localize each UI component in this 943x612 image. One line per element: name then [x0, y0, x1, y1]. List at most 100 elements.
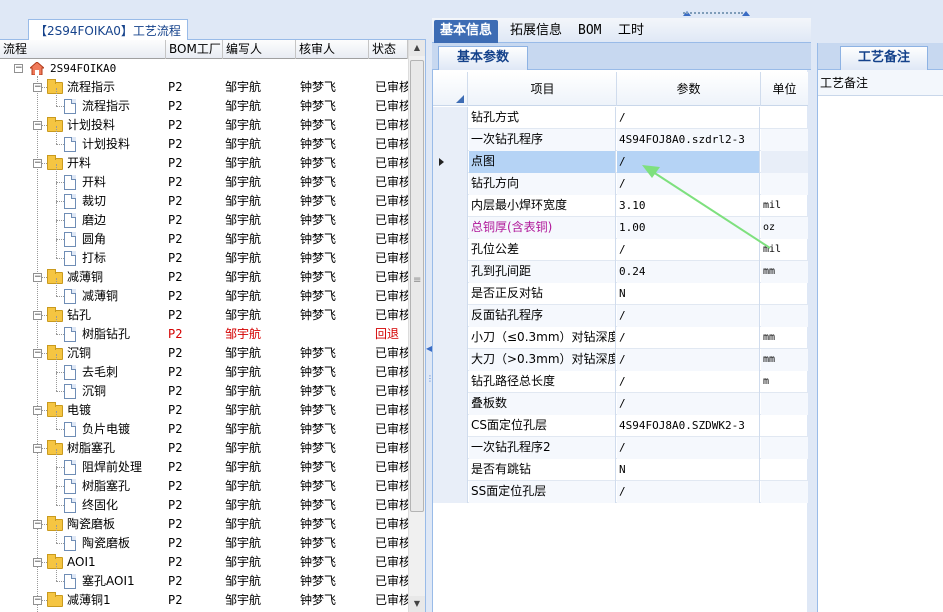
- param-value-cell[interactable]: /: [617, 305, 760, 327]
- row-selector[interactable]: [433, 217, 468, 239]
- tree-step-row[interactable]: 磨边 P2 邹宇航 钟梦飞 已审核: [0, 202, 408, 230]
- param-row[interactable]: 钻孔方向 /: [433, 173, 808, 195]
- collapse-node-icon[interactable]: −: [33, 349, 42, 358]
- tree-folder-row[interactable]: − 陶瓷磨板 P2 邹宇航 钟梦飞 已审核: [0, 515, 408, 534]
- tab-basic-info[interactable]: 基本信息: [434, 20, 499, 43]
- param-value-cell[interactable]: N: [617, 459, 760, 481]
- param-value-cell[interactable]: /: [617, 481, 760, 503]
- tree-root-row[interactable]: − 2S94FOIKA0: [0, 59, 408, 78]
- tree-folder-row[interactable]: − 钻孔 P2 邹宇航 钟梦飞 已审核: [0, 306, 408, 325]
- tree-folder-row[interactable]: − 减薄铜1 P2 邹宇航 钟梦飞 已审核: [0, 591, 408, 610]
- param-value-cell[interactable]: /: [617, 437, 760, 459]
- tree-step-row[interactable]: 开料 P2 邹宇航 钟梦飞 已审核: [0, 164, 408, 192]
- col-header-item[interactable]: 项目: [469, 72, 617, 106]
- tree-folder-row[interactable]: − 开料 P2 邹宇航 钟梦飞 已审核: [0, 154, 408, 173]
- splitter-grip-icon[interactable]: [683, 12, 743, 16]
- param-value-cell[interactable]: /: [617, 107, 760, 129]
- param-row[interactable]: 叠板数 /: [433, 393, 808, 415]
- row-selector[interactable]: [433, 327, 468, 349]
- row-selector[interactable]: [433, 371, 468, 393]
- param-row[interactable]: 孔位公差 / mil: [433, 239, 808, 261]
- param-row[interactable]: 反面钻孔程序 /: [433, 305, 808, 327]
- tab-process-remarks[interactable]: 工艺备注: [840, 46, 928, 70]
- row-selector[interactable]: [433, 415, 468, 437]
- row-selector[interactable]: [433, 349, 468, 371]
- row-selector[interactable]: [433, 173, 468, 195]
- tree-folder-row[interactable]: − 计划投料 P2 邹宇航 钟梦飞 已审核: [0, 116, 408, 135]
- tab-hours[interactable]: 工时: [612, 20, 650, 43]
- tree-step-row[interactable]: 负片电镀 P2 邹宇航 钟梦飞 已审核: [0, 411, 408, 439]
- param-row[interactable]: 孔到孔间距 0.24 mm: [433, 261, 808, 283]
- param-value-cell[interactable]: /: [617, 349, 760, 371]
- param-row[interactable]: 钻孔路径总长度 / m: [433, 371, 808, 393]
- tree-step-row[interactable]: 树脂塞孔 P2 邹宇航 钟梦飞 已审核: [0, 468, 408, 496]
- row-selector[interactable]: [433, 437, 468, 459]
- tree-folder-row[interactable]: − 沉铜 P2 邹宇航 钟梦飞 已审核: [0, 344, 408, 363]
- tree-step-row[interactable]: 裁切 P2 邹宇航 钟梦飞 已审核: [0, 183, 408, 211]
- collapse-node-icon[interactable]: −: [33, 406, 42, 415]
- collapse-node-icon[interactable]: −: [33, 121, 42, 130]
- row-selector[interactable]: [433, 393, 468, 415]
- param-value-cell[interactable]: 0.24: [617, 261, 760, 283]
- param-row[interactable]: 内层最小焊环宽度 3.10 mil: [433, 195, 808, 217]
- param-value-cell[interactable]: 3.10: [617, 195, 760, 217]
- param-value-cell[interactable]: /: [617, 327, 760, 349]
- tab-basic-params[interactable]: 基本参数: [438, 46, 528, 70]
- col-header-checker[interactable]: 核审人: [296, 40, 369, 59]
- param-row[interactable]: 点图 /: [433, 151, 808, 173]
- tree-folder-row[interactable]: − AOI1 P2 邹宇航 钟梦飞 已审核: [0, 553, 408, 572]
- row-selector[interactable]: [433, 239, 468, 261]
- row-selector[interactable]: [433, 129, 468, 151]
- collapse-node-icon[interactable]: −: [33, 83, 42, 92]
- tree-folder-row[interactable]: − 流程指示 P2 邹宇航 钟梦飞 已审核: [0, 78, 408, 97]
- row-selector[interactable]: [433, 283, 468, 305]
- collapse-node-icon[interactable]: −: [33, 520, 42, 529]
- process-flow-tab[interactable]: 【2S94FOIKA0】工艺流程: [28, 19, 188, 40]
- param-row[interactable]: 是否有跳钻 N: [433, 459, 808, 481]
- col-header-flow[interactable]: 流程: [0, 40, 166, 59]
- tab-bom[interactable]: BOM: [572, 20, 607, 43]
- param-row[interactable]: 是否正反对钻 N: [433, 283, 808, 305]
- param-row[interactable]: 一次钻孔程序 4S94FOJ8A0.szdrl2-3: [433, 129, 808, 151]
- param-row[interactable]: 小刀（≤0.3mm）对钻深度 / mm: [433, 327, 808, 349]
- tree-step-row[interactable]: 流程指示 P2 邹宇航 钟梦飞 已审核: [0, 88, 408, 116]
- tree-step-row[interactable]: 阻焊前处理 P2 邹宇航 钟梦飞 已审核: [0, 449, 408, 477]
- param-value-cell[interactable]: 1.00: [617, 217, 760, 239]
- param-row[interactable]: 一次钻孔程序2/: [433, 437, 808, 459]
- row-selector[interactable]: [433, 305, 468, 327]
- param-value-cell[interactable]: /: [617, 393, 760, 415]
- scroll-thumb[interactable]: [410, 60, 424, 512]
- tree-step-row[interactable]: 去毛刺 P2 邹宇航 钟梦飞 已审核: [0, 354, 408, 382]
- tree-step-row[interactable]: 计划投料 P2 邹宇航 钟梦飞 已审核: [0, 126, 408, 154]
- col-header-value[interactable]: 参数: [617, 72, 761, 106]
- collapse-node-icon[interactable]: −: [33, 273, 42, 282]
- tree-step-row[interactable]: 陶瓷磨板 P2 邹宇航 钟梦飞 已审核: [0, 525, 408, 553]
- tree-folder-row[interactable]: − 树脂塞孔 P2 邹宇航 钟梦飞 已审核: [0, 439, 408, 458]
- row-pointer-icon[interactable]: [433, 151, 468, 173]
- tree-step-row[interactable]: 沉铜 P2 邹宇航 钟梦飞 已审核: [0, 373, 408, 401]
- tree-folder-row[interactable]: − 电镀 P2 邹宇航 钟梦飞 已审核: [0, 401, 408, 420]
- tree-step-row[interactable]: 终固化 P2 邹宇航 钟梦飞 已审核: [0, 487, 408, 515]
- tree-step-row[interactable]: 打标 P2 邹宇航 钟梦飞 已审核: [0, 240, 408, 268]
- tree-step-row[interactable]: 减薄铜 P2 邹宇航 钟梦飞 已审核: [0, 278, 408, 306]
- tree-step-row[interactable]: 树脂钻孔 P2 邹宇航 回退: [0, 316, 408, 344]
- row-selector[interactable]: [433, 261, 468, 283]
- scroll-up-icon[interactable]: ▲: [409, 40, 425, 56]
- col-header-unit[interactable]: 单位: [761, 72, 808, 106]
- param-value-cell[interactable]: 4S94FOJ8A0.SZDWK2-3: [617, 415, 760, 437]
- param-row[interactable]: 总铜厚(含表铜) 1.00 oz: [433, 217, 808, 239]
- param-row[interactable]: 大刀（>0.3mm）对钻深度 / mm: [433, 349, 808, 371]
- collapse-node-icon[interactable]: −: [33, 596, 42, 605]
- param-value-cell[interactable]: 4S94FOJ8A0.szdrl2-3: [617, 129, 760, 151]
- param-row[interactable]: CS面定位孔层 4S94FOJ8A0.SZDWK2-3: [433, 415, 808, 437]
- collapse-node-icon[interactable]: −: [33, 311, 42, 320]
- col-header-state[interactable]: 状态: [369, 40, 408, 59]
- tree-step-row[interactable]: 圆角 P2 邹宇航 钟梦飞 已审核: [0, 221, 408, 249]
- param-value-cell[interactable]: /: [617, 239, 760, 261]
- param-value-cell[interactable]: N: [617, 283, 760, 305]
- param-value-cell[interactable]: /: [617, 371, 760, 393]
- row-selector[interactable]: [433, 195, 468, 217]
- param-row[interactable]: 钻孔方式 /: [433, 107, 808, 129]
- collapse-up-icon[interactable]: [742, 11, 750, 16]
- grid-corner-icon[interactable]: [433, 72, 468, 106]
